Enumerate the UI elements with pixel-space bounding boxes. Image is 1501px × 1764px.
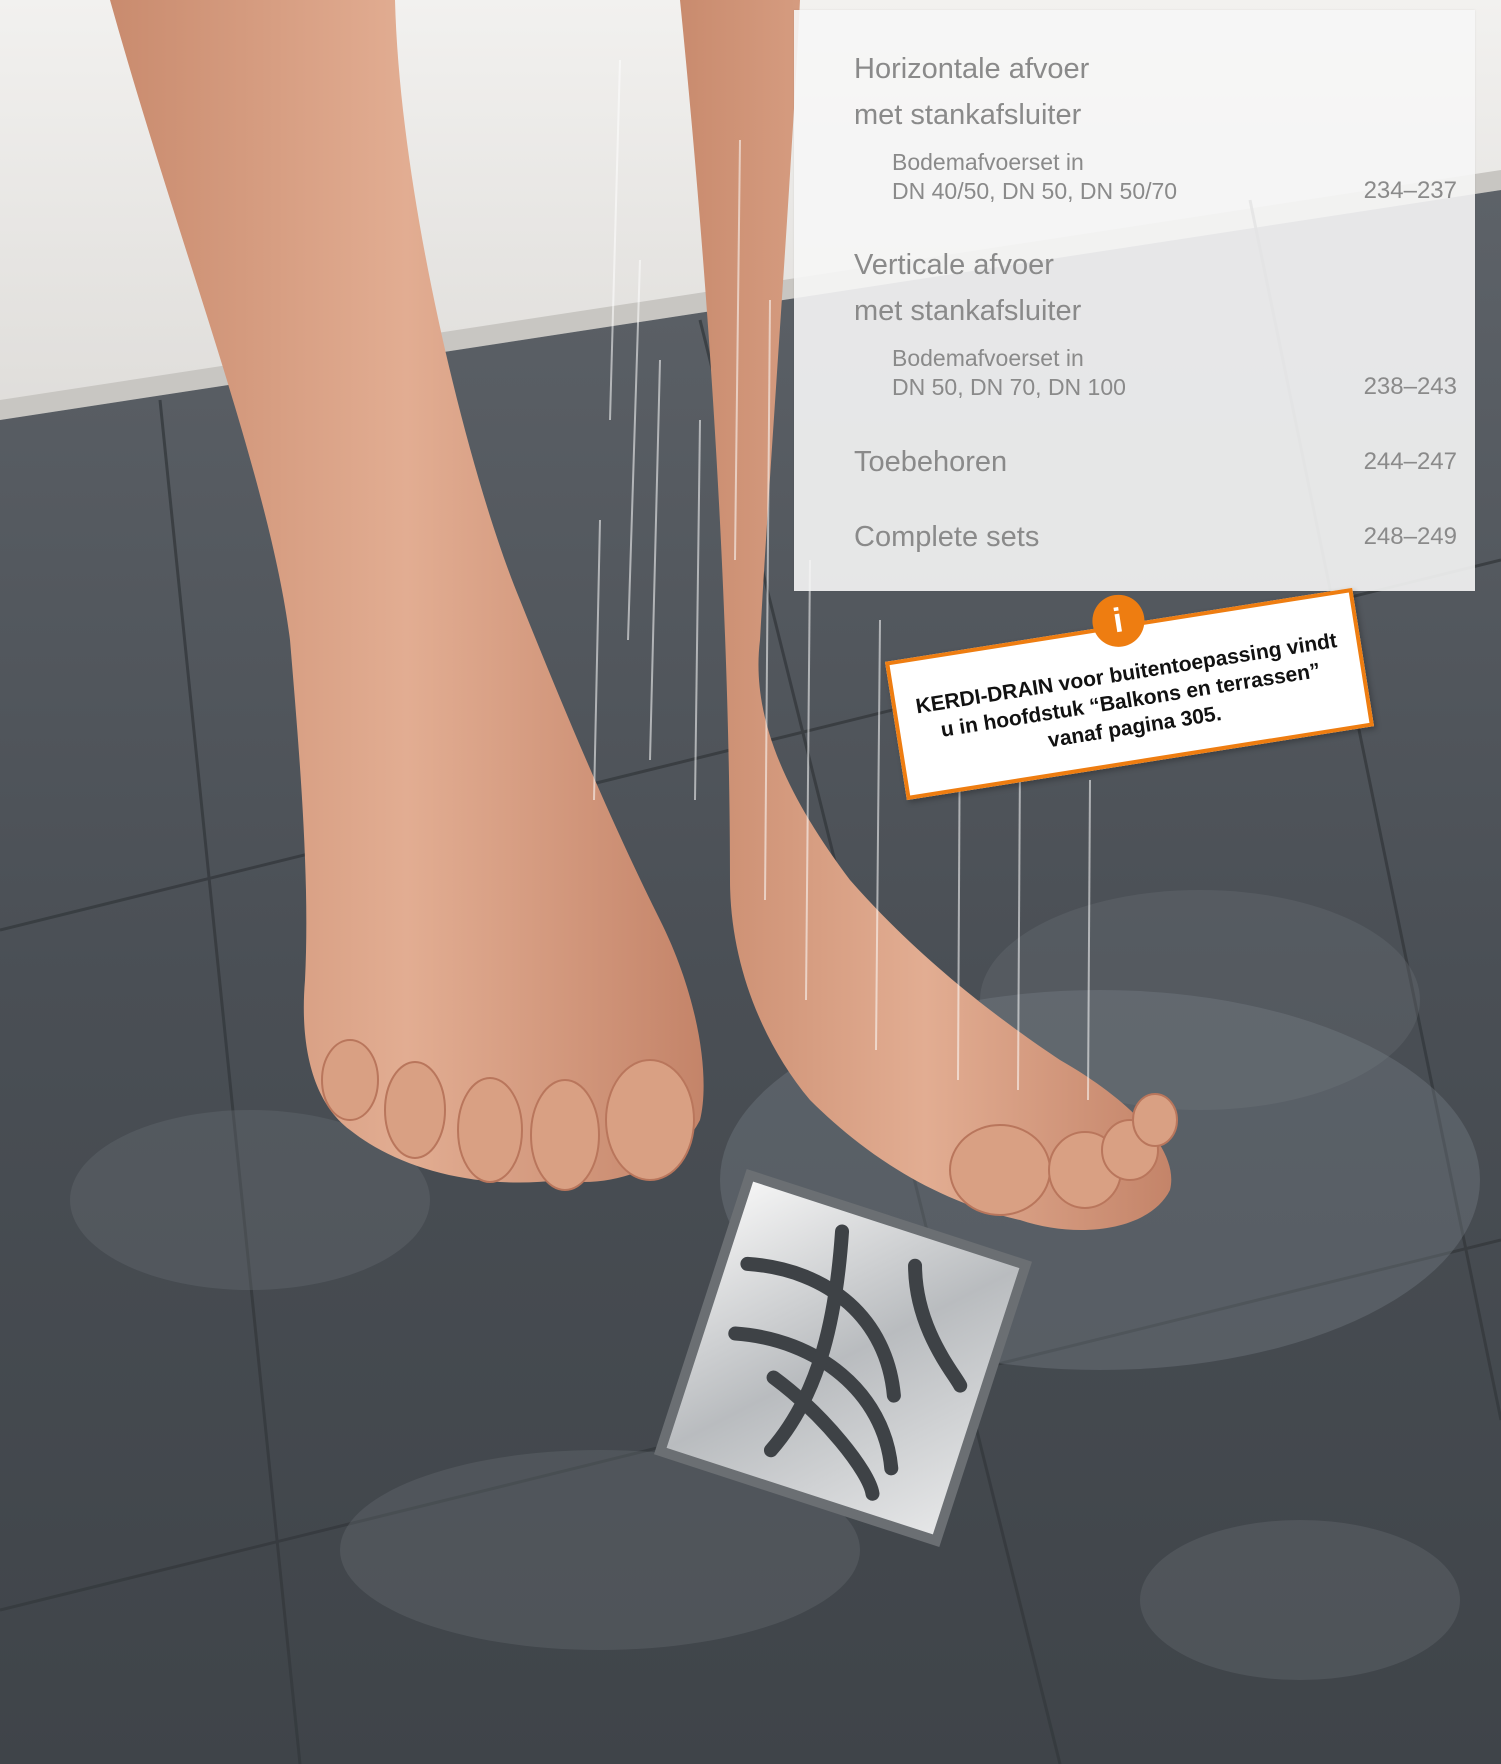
toc-heading-complete-sets: Complete sets — [854, 521, 1040, 553]
toc-sub-horizontal-line2: DN 40/50, DN 50, DN 50/70 — [892, 178, 1178, 204]
toc-heading-accessories: Toebehoren — [854, 446, 1008, 478]
toc-pages-vertical: 238–243 — [1363, 373, 1457, 400]
toc-sub-vertical: Bodemafvoerset in — [892, 345, 1084, 371]
toc-pages-complete-sets: 248–249 — [1363, 523, 1457, 550]
toc-heading-vertical: Verticale afvoer — [854, 249, 1054, 281]
toc-pages-horizontal: 234–237 — [1363, 177, 1457, 204]
toc-heading-vertical-line2: met stankafsluiter — [854, 295, 1082, 327]
toc-heading-horizontal: Horizontale afvoer — [854, 53, 1090, 85]
toc-heading-horizontal-line2: met stankafsluiter — [854, 99, 1082, 131]
toc-panel: Horizontale afvoer met stankafsluiter Bo… — [794, 10, 1475, 591]
toc-pages-accessories: 244–247 — [1363, 448, 1457, 475]
toc-sub-vertical-line2: DN 50, DN 70, DN 100 — [892, 374, 1126, 400]
toc-sub-horizontal: Bodemafvoerset in — [892, 149, 1084, 175]
